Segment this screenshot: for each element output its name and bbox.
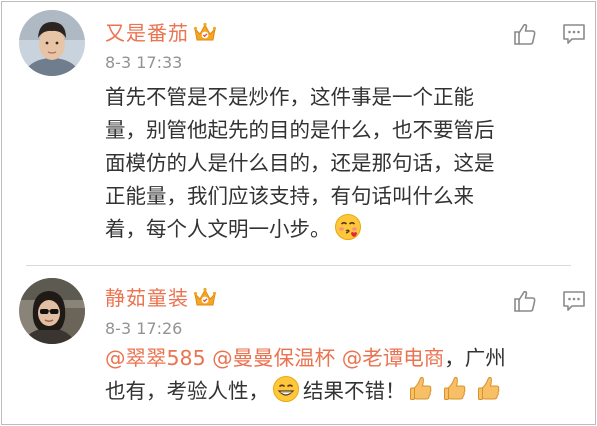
comment-line: 着，每个人文明一小步。 <box>105 217 331 241</box>
reply-button[interactable] <box>562 22 586 46</box>
comment-item: 又是番茄 8-3 17:33 首先不管是不是炒作，这件事是一个正能 量，别管他起… <box>2 2 595 264</box>
username[interactable]: 又是番茄 <box>105 17 217 46</box>
avatar[interactable] <box>19 278 85 344</box>
comment-line: 正能量，我们应该支持，有句话叫什么来 <box>105 184 474 208</box>
kiss-face-emoji <box>334 213 362 241</box>
thumb-up-outline-icon <box>514 23 536 45</box>
comment-line: 首先不管是不是炒作，这件事是一个正能 <box>105 85 474 109</box>
avatar-image <box>19 278 85 344</box>
username[interactable]: 静茹童装 <box>105 282 217 311</box>
username-text[interactable]: 静茹童装 <box>105 286 189 310</box>
crown-icon <box>193 286 217 308</box>
username-text[interactable]: 又是番茄 <box>105 21 189 45</box>
comment-list: 又是番茄 8-3 17:33 首先不管是不是炒作，这件事是一个正能 量，别管他起… <box>1 1 596 425</box>
thumb-up-outline-icon <box>514 290 536 312</box>
comment-line: ，广州 <box>444 346 506 370</box>
comment-line: 量，别管他起先的目的是什么，也不要管后 <box>105 118 495 142</box>
comment-line: 结果不错！ <box>303 379 406 403</box>
reply-button[interactable] <box>562 289 586 313</box>
mention-link[interactable]: @翠翠585 <box>105 346 206 370</box>
thumbs-up-emoji <box>409 375 437 403</box>
comment-text: @翠翠585 @曼曼保温杯 @老谭电商，广州 也有，考验人性， 结果不错！ <box>105 342 567 408</box>
avatar-image <box>19 10 85 76</box>
timestamp: 8-3 17:26 <box>105 319 183 338</box>
comment-bubble-icon <box>563 24 585 44</box>
comment-bubble-icon <box>563 291 585 311</box>
thumbs-up-emoji <box>443 375 471 403</box>
like-button[interactable] <box>513 289 537 313</box>
comment-line: 面模仿的人是什么目的，还是那句话，这是 <box>105 151 495 175</box>
comment-line: 也有，考验人性， <box>105 379 269 403</box>
crown-icon <box>193 21 217 43</box>
comment-text: 首先不管是不是炒作，这件事是一个正能 量，别管他起先的目的是什么，也不要管后 面… <box>105 81 567 246</box>
mention-link[interactable]: @曼曼保温杯 <box>212 346 335 370</box>
avatar[interactable] <box>19 10 85 76</box>
like-button[interactable] <box>513 22 537 46</box>
divider <box>26 265 571 266</box>
thumbs-up-emoji <box>477 375 505 403</box>
mention-link[interactable]: @老谭电商 <box>342 346 445 370</box>
comment-item: 静茹童装 8-3 17:26 @翠翠585 @曼曼保温杯 @老谭电商，广州 也有… <box>2 268 595 424</box>
timestamp: 8-3 17:33 <box>105 53 183 72</box>
grin-face-emoji <box>272 375 300 403</box>
